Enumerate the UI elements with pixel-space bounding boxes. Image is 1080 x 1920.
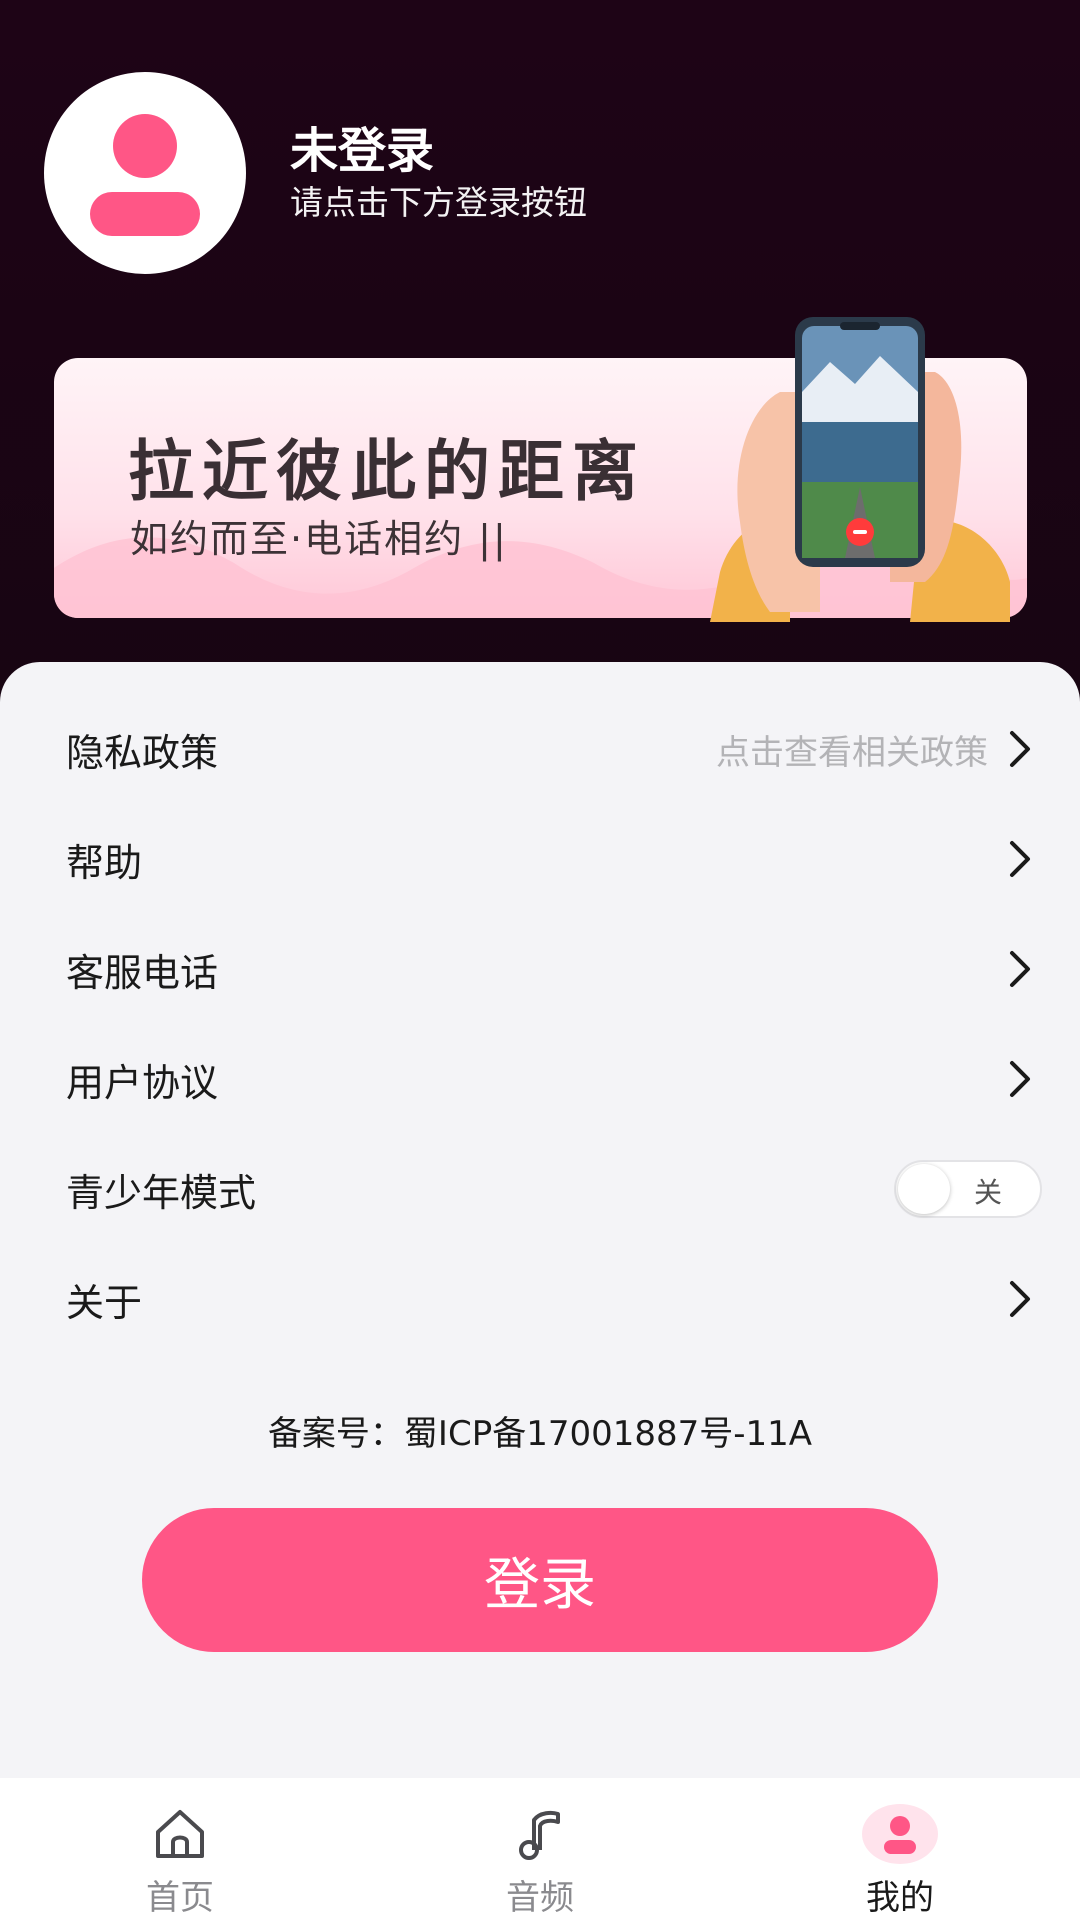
menu-item-right: 点击查看相关政策 <box>716 725 1034 774</box>
chevron-right-icon <box>1010 951 1030 987</box>
menu-item-about[interactable]: 关于 <box>0 1244 1080 1354</box>
settings-menu: 隐私政策 点击查看相关政策 帮助 客服电话 用户协议 青少年模式 关 关于 <box>0 694 1080 1354</box>
menu-item-label: 用户协议 <box>66 1060 219 1105</box>
menu-item-right <box>1006 947 1034 991</box>
avatar-body <box>90 192 200 236</box>
menu-item-label: 客服电话 <box>66 950 219 995</box>
settings-panel: 隐私政策 点击查看相关政策 帮助 客服电话 用户协议 青少年模式 关 关于 备案… <box>0 662 1080 1778</box>
menu-item-right: 关 <box>894 1160 1042 1218</box>
menu-item-right <box>1006 1057 1034 1101</box>
home-icon <box>156 1810 204 1858</box>
profile-text: 未登录 请点击下方登录按钮 <box>290 121 587 225</box>
profile-hint: 请点击下方登录按钮 <box>290 183 587 222</box>
teen-mode-toggle[interactable]: 关 <box>894 1160 1042 1218</box>
menu-item-help[interactable]: 帮助 <box>0 804 1080 914</box>
profile-icon <box>862 1804 938 1864</box>
menu-item-customer-service[interactable]: 客服电话 <box>0 914 1080 1024</box>
menu-item-label: 青少年模式 <box>66 1170 257 1215</box>
menu-item-right <box>1006 1277 1034 1321</box>
menu-item-label: 隐私政策 <box>66 730 219 775</box>
chevron-right-icon <box>1010 1061 1030 1097</box>
menu-item-label: 帮助 <box>66 840 143 885</box>
profile-name: 未登录 <box>290 123 435 179</box>
profile-header[interactable]: 未登录 请点击下方登录按钮 <box>44 72 587 274</box>
chevron-right-icon <box>1010 731 1030 767</box>
tab-home[interactable]: 首页 <box>0 1778 360 1920</box>
bottom-tab-bar: 首页 音频 我的 <box>0 1778 1080 1920</box>
avatar-head <box>113 114 177 178</box>
tab-label: 首页 <box>146 1878 214 1918</box>
chevron-right-icon <box>1010 841 1030 877</box>
login-button[interactable]: 登录 <box>142 1508 938 1652</box>
chevron-right-icon <box>1010 1281 1030 1317</box>
tab-label: 音频 <box>506 1878 574 1918</box>
tab-audio[interactable]: 音频 <box>360 1778 720 1920</box>
menu-item-right <box>1006 837 1034 881</box>
toggle-state-label: 关 <box>974 1176 1003 1209</box>
music-note-icon <box>519 1810 560 1860</box>
tab-mine[interactable]: 我的 <box>720 1778 1080 1920</box>
avatar[interactable] <box>44 72 246 274</box>
profile-screen: 未登录 请点击下方登录按钮 拉近彼此的距离 如约而至·电话相约 || 隐私政策 <box>0 0 1080 1920</box>
menu-item-teen-mode: 青少年模式 关 <box>0 1134 1080 1244</box>
phone-hand-illustration <box>710 317 1010 622</box>
menu-item-privacy-policy[interactable]: 隐私政策 点击查看相关政策 <box>0 694 1080 804</box>
tab-label: 我的 <box>866 1878 934 1918</box>
toggle-knob <box>898 1164 950 1214</box>
banner-title: 拉近彼此的距离 <box>128 432 646 510</box>
menu-item-label: 关于 <box>66 1280 143 1325</box>
menu-item-user-agreement[interactable]: 用户协议 <box>0 1024 1080 1134</box>
menu-item-hint: 点击查看相关政策 <box>716 732 988 773</box>
icp-record: 备案号：蜀ICP备17001887号-11A <box>267 1414 813 1454</box>
banner-subtitle: 如约而至·电话相约 || <box>130 517 508 561</box>
